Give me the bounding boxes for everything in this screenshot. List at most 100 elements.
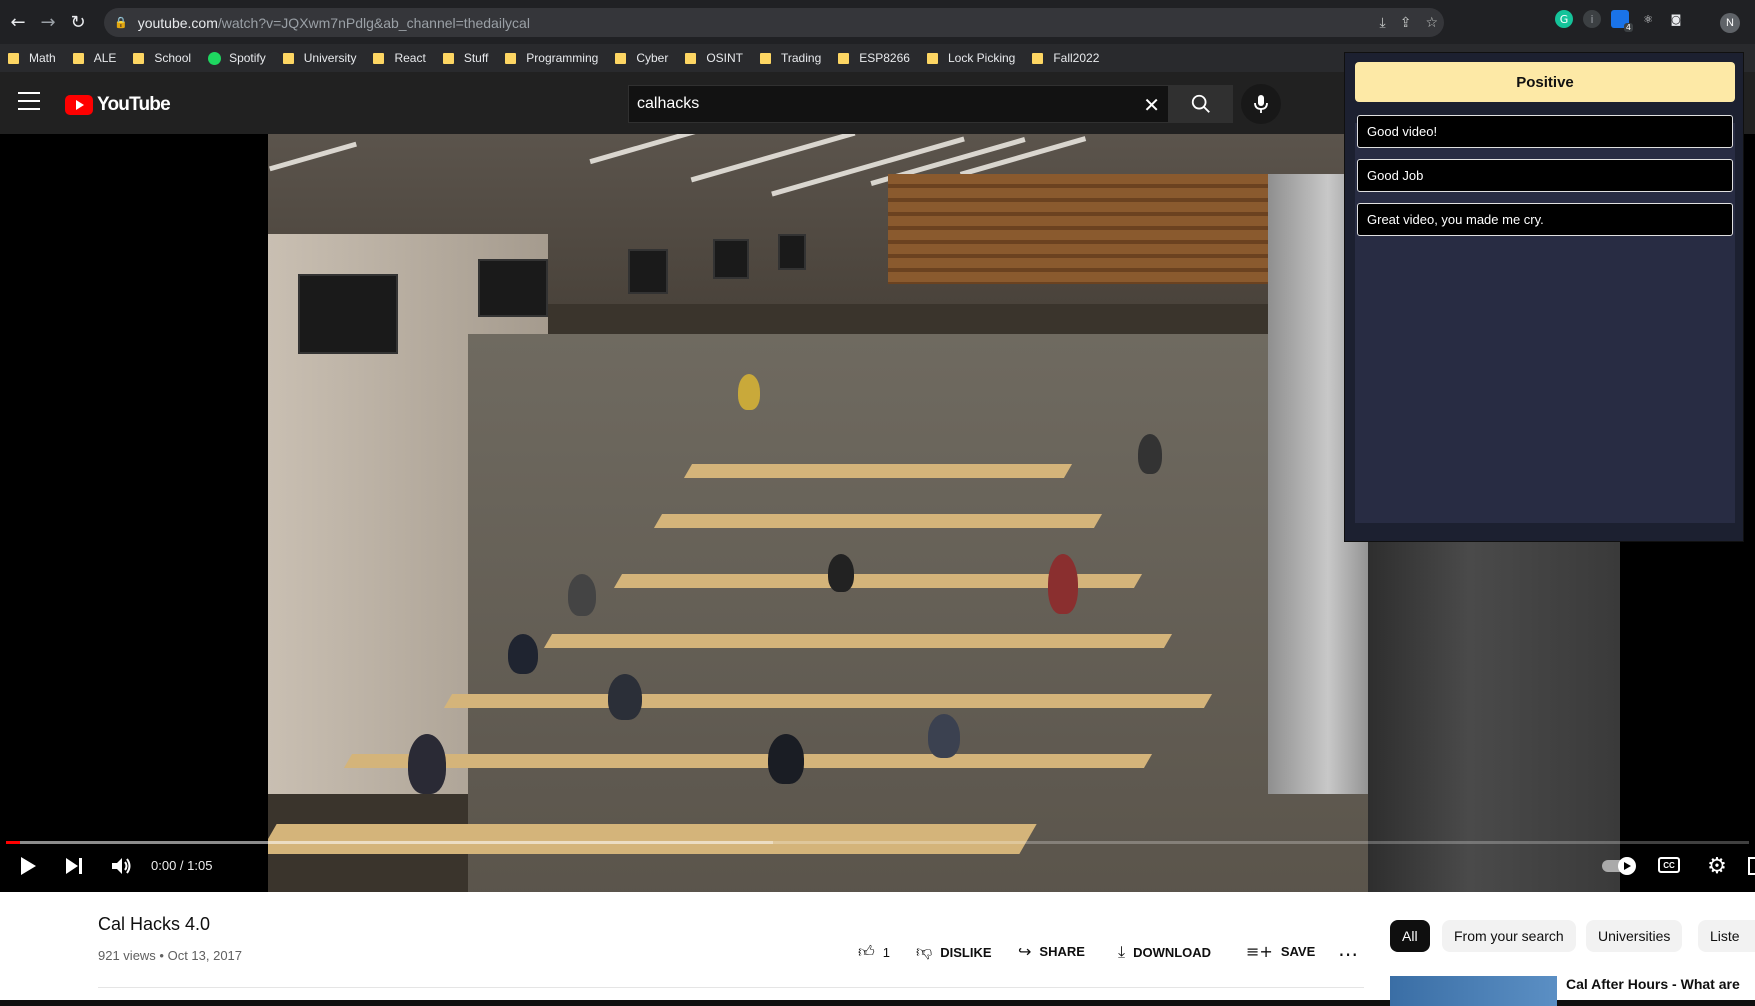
bookmark-trading[interactable]: Trading <box>760 51 821 65</box>
skip-next-icon <box>66 858 82 874</box>
chip-from-your-search[interactable]: From your search <box>1442 920 1576 952</box>
time-display: 0:00 / 1:05 <box>151 858 213 873</box>
bookmark-label: Trading <box>781 51 822 65</box>
share-icon: ↪ <box>1018 942 1032 961</box>
bookmark-label: React <box>394 51 426 65</box>
bookmark-label: Spotify <box>229 51 266 65</box>
gear-icon: ⚙ <box>1707 853 1727 879</box>
address-bar[interactable]: 🔒 youtube.com/watch?v=JQXwm7nPdlg&ab_cha… <box>104 8 1444 37</box>
folder-icon <box>8 52 19 64</box>
recommendation-thumbnail[interactable] <box>1390 976 1557 1006</box>
save-label: SAVE <box>1280 944 1316 959</box>
download-label: DOWNLOAD <box>1133 944 1212 960</box>
settings-button[interactable]: ⚙ <box>1704 853 1730 879</box>
url-text: youtube.com/watch?v=JQXwm7nPdlg&ab_chann… <box>137 14 530 31</box>
autoplay-knob <box>1618 857 1636 875</box>
folder-icon <box>615 52 627 64</box>
reload-icon[interactable]: ↻ <box>66 10 90 34</box>
like-button[interactable]: 👍︎ 1 <box>858 942 890 962</box>
bookmark-fall2022[interactable]: Fall2022 <box>1032 51 1099 65</box>
volume-button[interactable] <box>110 854 134 878</box>
like-count: 1 <box>882 944 890 960</box>
progress-played <box>6 841 20 844</box>
video-meta: 921 views • Oct 13, 2017 <box>98 948 243 963</box>
bookmark-react[interactable]: React <box>373 51 426 65</box>
bookmark-programming[interactable]: Programming <box>505 51 598 65</box>
next-button[interactable] <box>62 854 86 878</box>
captions-button[interactable]: CC <box>1656 854 1682 876</box>
more-horizontal-icon: ⋯ <box>1338 942 1358 966</box>
bookmark-label: Fall2022 <box>1053 51 1100 65</box>
search-button[interactable] <box>1169 85 1233 123</box>
video-title: Cal Hacks 4.0 <box>98 914 211 934</box>
youtube-logo[interactable]: YouTube <box>65 94 171 116</box>
voice-search-button[interactable] <box>1241 84 1281 124</box>
dislike-button[interactable]: 👎︎ DISLIKE <box>916 942 992 962</box>
bookmark-label: OSINT <box>706 51 743 65</box>
chip-all[interactable]: All <box>1390 920 1430 952</box>
youtube-logo-text: YouTube <box>97 94 171 115</box>
bookmark-star-icon[interactable]: ☆ <box>1425 15 1438 31</box>
camera-extension-icon[interactable]: ◙ <box>1667 10 1685 28</box>
save-button[interactable]: ≡+ SAVE <box>1246 942 1315 961</box>
thumbs-up-icon: 👍︎ <box>858 942 875 961</box>
play-button[interactable] <box>16 854 40 878</box>
extension-badge: 4 <box>1623 23 1633 32</box>
share-label: SHARE <box>1039 944 1085 959</box>
bookmark-label: Lock Picking <box>947 51 1016 65</box>
chip-universities[interactable]: Universities <box>1586 920 1683 952</box>
folder-icon <box>442 52 454 64</box>
recommendation-title[interactable]: Cal After Hours - What are <box>1566 976 1740 992</box>
hamburger-menu-icon[interactable] <box>18 92 40 110</box>
more-actions-button[interactable]: ⋯ <box>1338 942 1366 966</box>
folder-icon <box>760 52 771 64</box>
bookmark-spotify[interactable]: Spotify <box>208 51 266 65</box>
badge-extension-icon[interactable]: 4 <box>1611 10 1633 32</box>
share-page-icon[interactable]: ⇪ <box>1400 15 1412 31</box>
bookmark-esp8266[interactable]: ESP8266 <box>838 51 910 65</box>
search-input[interactable] <box>637 95 1117 113</box>
folder-icon <box>72 52 84 64</box>
react-devtools-icon[interactable]: ⚛ <box>1639 10 1657 28</box>
folder-icon <box>133 52 145 64</box>
grammarly-icon[interactable]: G <box>1555 10 1573 28</box>
bookmark-osint[interactable]: OSINT <box>685 51 743 65</box>
sentiment-button[interactable]: Positive <box>1355 62 1735 102</box>
search-icon <box>1191 94 1210 113</box>
dislike-label: DISLIKE <box>940 944 992 960</box>
download-button[interactable]: ⤓ DOWNLOAD <box>1118 942 1211 962</box>
play-icon <box>21 857 36 875</box>
bookmark-cyber[interactable]: Cyber <box>615 51 668 65</box>
miniplayer-icon <box>1748 857 1755 875</box>
bookmark-lock-picking[interactable]: Lock Picking <box>926 51 1016 65</box>
install-icon[interactable]: ⤓ <box>1380 15 1386 31</box>
microphone-icon <box>1254 95 1268 113</box>
bookmark-math[interactable]: Math <box>8 51 56 65</box>
folder-icon <box>838 52 850 64</box>
autoplay-toggle[interactable] <box>1600 856 1636 876</box>
lock-icon: 🔒 <box>114 16 128 29</box>
profile-avatar[interactable]: N <box>1720 13 1740 33</box>
back-icon[interactable]: ← <box>6 10 30 34</box>
clear-search-icon[interactable]: ✕ <box>1143 93 1160 117</box>
comment-item[interactable]: Good video! <box>1357 115 1733 148</box>
miniplayer-button[interactable] <box>1748 856 1755 876</box>
extensions-area: G i 4 ⚛ ◙ <box>1555 10 1685 32</box>
bookmark-stuff[interactable]: Stuff <box>442 51 488 65</box>
bookmark-label: ESP8266 <box>859 51 910 65</box>
bookmark-label: Cyber <box>636 51 669 65</box>
bookmark-school[interactable]: School <box>133 51 191 65</box>
comment-item[interactable]: Good Job <box>1357 159 1733 192</box>
info-extension-icon[interactable]: i <box>1583 10 1601 28</box>
progress-buffered <box>6 841 773 844</box>
bookmark-label: ALE <box>93 51 117 65</box>
forward-icon[interactable]: → <box>36 10 60 34</box>
chip-listen[interactable]: Liste <box>1698 920 1755 952</box>
folder-icon <box>282 52 294 64</box>
bookmark-ale[interactable]: ALE <box>72 51 117 65</box>
comment-item[interactable]: Great video, you made me cry. <box>1357 203 1733 236</box>
share-button[interactable]: ↪ SHARE <box>1018 942 1085 961</box>
bookmark-university[interactable]: University <box>282 51 356 65</box>
progress-bar[interactable] <box>6 841 1749 844</box>
bookmark-label: School <box>154 51 192 65</box>
